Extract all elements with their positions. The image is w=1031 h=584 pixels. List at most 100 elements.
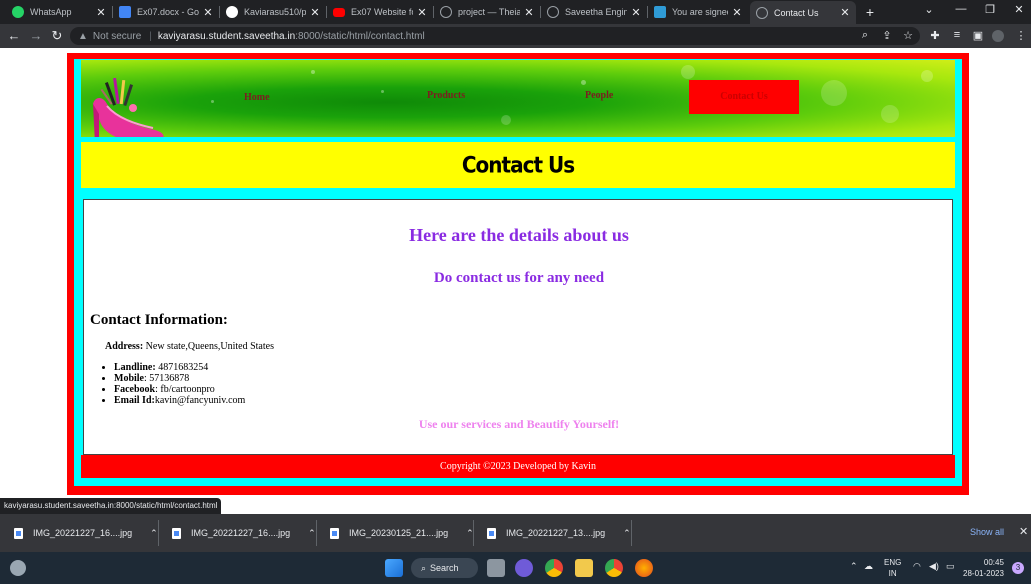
close-icon[interactable]: ✕ — [310, 6, 320, 19]
share-icon[interactable]: ⇪ — [880, 29, 894, 42]
footer: Copyright ©2023 Developed by Kavin — [81, 455, 955, 478]
side-panel-icon[interactable]: ▣ — [971, 29, 985, 42]
content-panel: Here are the details about us Do contact… — [83, 199, 953, 455]
teams-icon[interactable] — [515, 559, 533, 577]
close-icon[interactable]: ✕ — [840, 6, 850, 19]
minimize-button[interactable]: — — [946, 3, 976, 15]
address-line: Address: New state,Queens,United States — [105, 341, 274, 352]
address-bar[interactable]: ▲ Not secure | kaviyarasu.student.saveet… — [70, 27, 920, 45]
chrome-icon[interactable] — [545, 559, 563, 577]
wifi-icon[interactable]: ◠ — [913, 561, 921, 572]
profile-avatar[interactable] — [992, 30, 1004, 42]
file-explorer-icon[interactable] — [575, 559, 593, 577]
browser-toolbar: ← → ↻ ▲ Not secure | kaviyarasu.student.… — [0, 24, 1031, 48]
search-icon: ⌕ — [421, 562, 427, 573]
github-icon — [226, 6, 238, 18]
media-icon[interactable]: ≡ — [950, 29, 964, 41]
nav-contact-us[interactable]: Contact Us — [689, 80, 799, 114]
download-item[interactable]: IMG_20221227_16....jpg ⌃ — [14, 522, 158, 544]
battery-icon[interactable]: ▭ — [946, 561, 955, 572]
nav-people[interactable]: People — [585, 90, 613, 101]
web-page: Home Products People Contact Us Contact … — [0, 48, 1031, 514]
tab-theia[interactable]: project — Theia I ✕ — [434, 2, 540, 22]
notification-badge[interactable]: 3 — [1012, 562, 1024, 574]
nav-home[interactable]: Home — [244, 92, 270, 103]
forward-icon[interactable]: → — [28, 28, 44, 43]
show-all-button[interactable]: Show all — [970, 527, 1004, 537]
docs-icon — [119, 6, 131, 18]
close-icon[interactable]: ✕ — [732, 6, 742, 19]
chevron-up-icon[interactable]: ⌃ — [150, 528, 158, 539]
tab-saveetha[interactable]: Saveetha Enginee ✕ — [541, 2, 647, 22]
tab-title: Contact Us — [774, 7, 819, 18]
tab-title: Ex07 Website for — [351, 7, 413, 17]
close-icon[interactable]: ✕ — [631, 6, 641, 19]
downloads-bar: IMG_20221227_16....jpg ⌃ IMG_20221227_16… — [0, 514, 1031, 552]
close-icon[interactable]: ✕ — [1019, 525, 1028, 538]
firefox-icon[interactable] — [635, 559, 653, 577]
address-label: Address: — [105, 341, 144, 352]
new-tab-button[interactable]: + — [862, 4, 878, 20]
list-item: Landline: 4871683254 — [114, 362, 245, 373]
tab-title: project — Theia I — [458, 7, 520, 17]
copyright-text: Copyright ©2023 Developed by Kavin — [440, 461, 596, 472]
s-icon — [654, 6, 666, 18]
globe-icon — [756, 6, 768, 19]
volume-icon[interactable]: ◀) — [929, 561, 939, 572]
weather-icon[interactable] — [10, 560, 26, 576]
tab-youtube[interactable]: Ex07 Website for ✕ — [327, 2, 433, 22]
tab-search-icon[interactable]: ⌄ — [914, 3, 944, 16]
maximize-button[interactable]: ❐ — [975, 3, 1005, 16]
tab-whatsapp[interactable]: WhatsApp ✕ — [6, 2, 112, 22]
close-icon[interactable]: ✕ — [417, 6, 427, 19]
chrome-icon[interactable] — [605, 559, 623, 577]
cloud-icon[interactable]: ☁ — [864, 561, 873, 572]
nav-products[interactable]: Products — [427, 90, 465, 101]
menu-icon[interactable]: ⋮ — [1014, 29, 1028, 42]
bookmark-star-icon[interactable]: ☆ — [901, 29, 915, 42]
tab-github[interactable]: Kaviarasu510/pro ✕ — [220, 2, 326, 22]
high-heel-logo — [93, 77, 164, 137]
list-item: Email Id:kavin@fancyuniv.com — [114, 395, 245, 406]
image-file-icon — [330, 527, 339, 539]
download-item[interactable]: IMG_20221227_13....jpg ⌃ — [487, 522, 631, 544]
reload-icon[interactable]: ↻ — [49, 28, 65, 44]
download-item[interactable]: IMG_20221227_16....jpg ⌃ — [172, 522, 316, 544]
globe-icon — [547, 6, 559, 18]
address-value: New state,Queens,United States — [145, 341, 274, 352]
chevron-up-icon[interactable]: ⌃ — [623, 528, 631, 539]
back-icon[interactable]: ← — [6, 28, 22, 43]
chevron-up-icon[interactable]: ⌃ — [850, 561, 858, 572]
tab-docs[interactable]: Ex07.docx - Goog ✕ — [113, 2, 219, 22]
download-item[interactable]: IMG_20230125_21....jpg ⌃ — [330, 522, 474, 544]
chevron-up-icon[interactable]: ⌃ — [308, 528, 316, 539]
close-icon[interactable]: ✕ — [524, 6, 534, 19]
contact-info-title: Contact Information: — [90, 312, 228, 328]
contact-list: Landline: 4871683254 Mobile: 57136878 Fa… — [114, 362, 245, 406]
tab-title: You are signed in — [672, 7, 728, 17]
clock[interactable]: 00:45 28-01-2023 — [963, 557, 1004, 579]
windows-start-icon[interactable] — [385, 559, 403, 577]
window-close-button[interactable]: ✕ — [1004, 3, 1031, 16]
image-file-icon — [172, 527, 181, 539]
tagline: Use our services and Beautify Yourself! — [418, 417, 620, 431]
tab-title: Saveetha Enginee — [565, 7, 627, 17]
url-host: kaviyarasu.student.saveetha.in — [157, 30, 296, 42]
tab-title: Kaviarasu510/pro — [244, 7, 306, 17]
tab-signed-in[interactable]: You are signed in ✕ — [648, 2, 748, 22]
close-icon[interactable]: ✕ — [96, 6, 106, 19]
task-view-icon[interactable] — [487, 559, 505, 577]
tab-contact-us[interactable]: Contact Us ✕ — [750, 1, 856, 24]
tab-title: WhatsApp — [30, 7, 72, 17]
image-file-icon — [487, 527, 496, 539]
details-heading: Here are the details about us — [409, 225, 629, 245]
extensions-icon[interactable]: ✚ — [928, 29, 942, 42]
time: 00:45 — [983, 558, 1004, 567]
page-title: Contact Us — [461, 151, 575, 179]
not-secure-label: Not secure — [92, 30, 142, 42]
language-indicator[interactable]: ENG IN — [884, 557, 901, 579]
tab-title: Ex07.docx - Goog — [137, 7, 199, 17]
close-icon[interactable]: ✕ — [203, 6, 213, 19]
taskbar-search[interactable]: ⌕ Search — [411, 558, 478, 578]
zoom-icon[interactable]: ⌕ — [858, 29, 872, 42]
